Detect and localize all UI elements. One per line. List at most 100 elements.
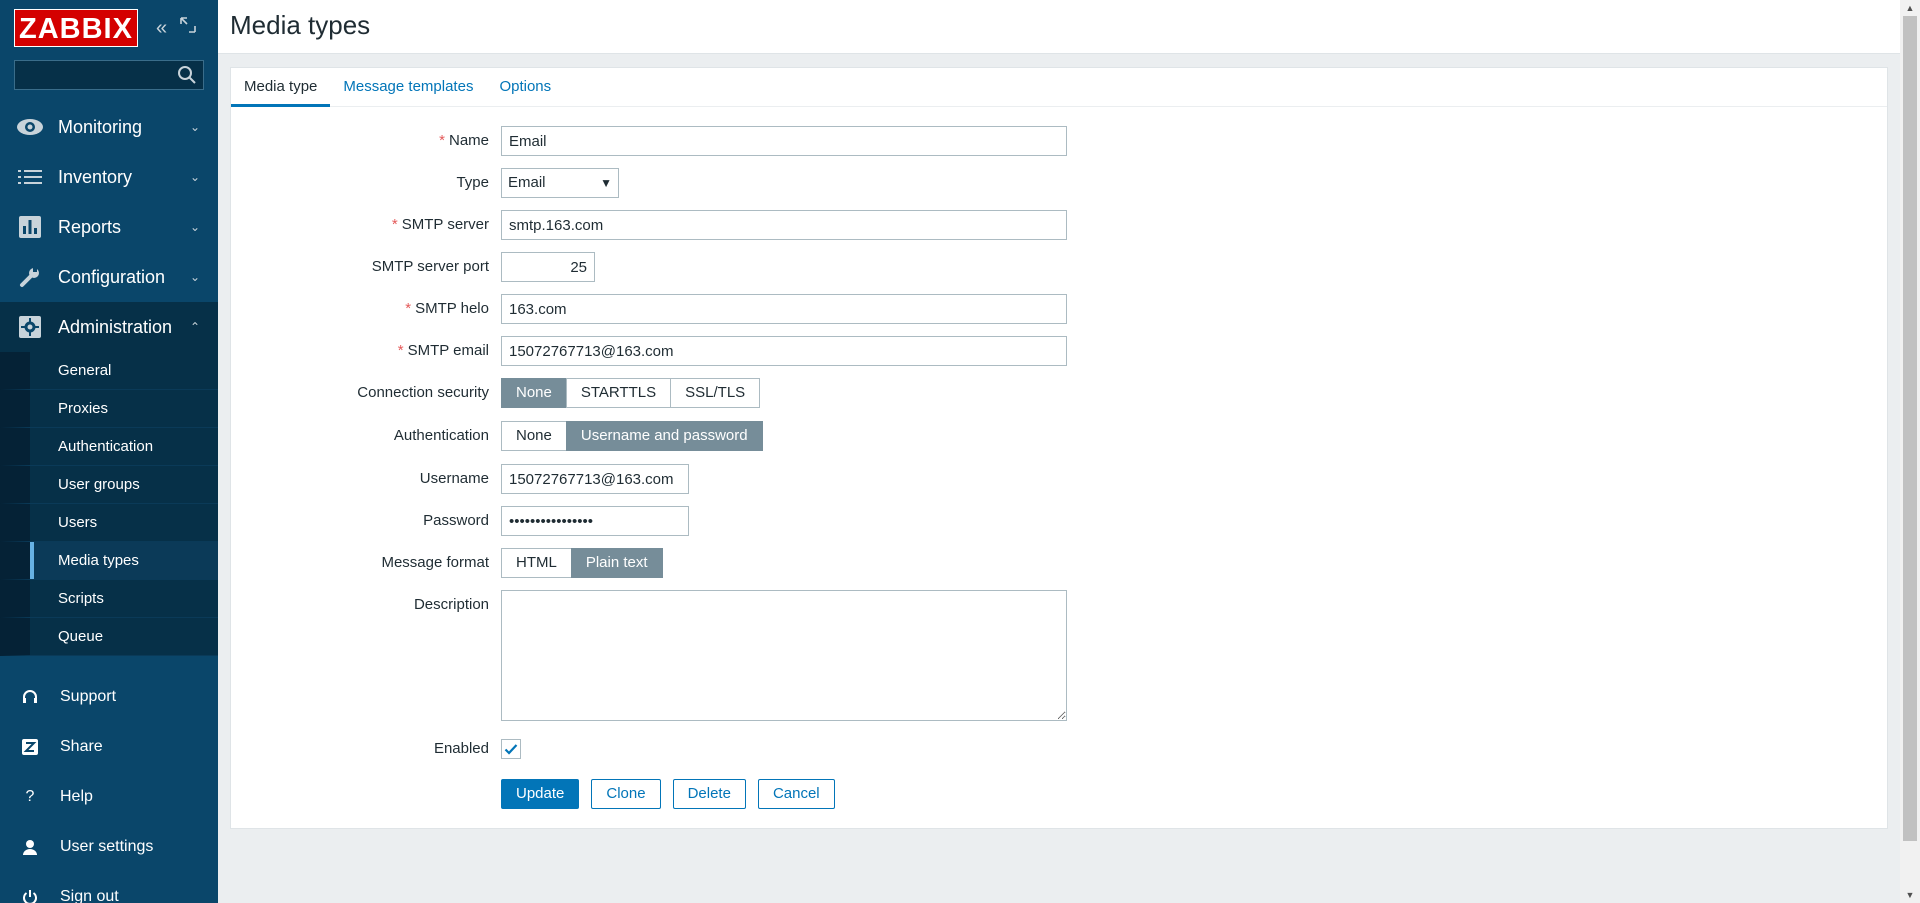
menu-item-user-settings[interactable]: User settings — [0, 822, 218, 872]
name-label: * Name — [239, 126, 489, 156]
menu-item-configuration[interactable]: Configuration ⌄ — [0, 252, 218, 302]
submenu-item-scripts[interactable]: Scripts — [0, 580, 218, 618]
menu-item-share[interactable]: Share — [0, 722, 218, 772]
smtp-port-field[interactable] — [501, 252, 595, 282]
submenu-item-queue[interactable]: Queue — [0, 618, 218, 656]
msg-format-html[interactable]: HTML — [501, 548, 572, 578]
tab-options[interactable]: Options — [486, 68, 564, 107]
tab-bar: Media type Message templates Options — [231, 68, 1887, 107]
description-field[interactable] — [501, 590, 1067, 721]
cancel-button[interactable]: Cancel — [757, 779, 835, 809]
connection-security-row: Connection security None STARTTLS SSL/TL… — [231, 378, 1887, 408]
tab-media-type[interactable]: Media type — [231, 68, 331, 107]
form-buttons: Update Clone Delete Cancel — [501, 779, 847, 809]
submenu-item-media-types[interactable]: Media types — [0, 542, 218, 580]
tab-message-templates[interactable]: Message templates — [330, 68, 486, 107]
smtp-helo-field[interactable] — [501, 294, 1067, 324]
auth-none[interactable]: None — [501, 421, 567, 451]
menu-item-inventory[interactable]: Inventory ⌄ — [0, 152, 218, 202]
message-format-row: Message format HTML Plain text — [231, 548, 1887, 578]
type-select[interactable]: Email ▼ — [501, 168, 619, 198]
chevron-down-icon: ⌄ — [189, 120, 200, 134]
smtp-server-field[interactable] — [501, 210, 1067, 240]
authentication-label: Authentication — [393, 427, 489, 444]
smtp-helo-row: * SMTP helo — [231, 294, 1887, 324]
search-input[interactable] — [15, 61, 203, 89]
submenu-item-authentication[interactable]: Authentication — [0, 428, 218, 466]
submenu-item-users[interactable]: Users — [0, 504, 218, 542]
smtp-email-label: * SMTP email — [239, 336, 489, 366]
collapse-sidebar-icon[interactable]: « — [156, 17, 167, 40]
scrollbar-thumb[interactable] — [1903, 16, 1917, 841]
kiosk-mode-icon[interactable] — [179, 16, 197, 40]
password-field[interactable] — [501, 506, 689, 536]
type-row: Type Email ▼ — [231, 168, 1887, 198]
menu-item-administration[interactable]: Administration ⌃ — [0, 302, 218, 352]
media-type-panel: Media type Message templates Options * Na… — [230, 67, 1888, 829]
name-label-text: Name — [448, 132, 489, 149]
menu-item-monitoring[interactable]: Monitoring ⌄ — [0, 102, 218, 152]
chevron-down-icon: ⌄ — [189, 220, 200, 234]
required-marker: * — [405, 300, 412, 317]
page-scrollbar[interactable]: ▲ ▼ — [1900, 0, 1920, 903]
scroll-down-icon[interactable]: ▼ — [1900, 887, 1920, 903]
form-buttons-row: Update Clone Delete Cancel — [231, 779, 1887, 809]
password-row: Password — [231, 506, 1887, 536]
help-icon: ? — [25, 788, 35, 805]
msg-format-plain-text[interactable]: Plain text — [570, 548, 663, 578]
smtp-helo-label: * SMTP helo — [239, 294, 489, 324]
smtp-helo-label-text: SMTP helo — [415, 300, 489, 317]
list-icon — [16, 163, 44, 191]
menu-label: Inventory — [58, 166, 133, 187]
gear-icon — [16, 313, 44, 341]
submenu-item-user-groups[interactable]: User groups — [0, 466, 218, 504]
user-icon — [20, 837, 40, 857]
smtp-email-field[interactable] — [501, 336, 1067, 366]
type-label: Type — [456, 174, 489, 191]
enabled-label: Enabled — [433, 740, 489, 757]
name-field[interactable] — [501, 126, 1067, 156]
scroll-up-icon[interactable]: ▲ — [1900, 0, 1920, 16]
main-menu: Monitoring ⌄ Inventory ⌄ Reports ⌄ Confi… — [0, 102, 218, 656]
message-format-toggle: HTML Plain text — [501, 548, 663, 578]
wrench-icon — [16, 263, 44, 291]
smtp-port-label: SMTP server port — [371, 258, 489, 275]
password-label: Password — [423, 512, 489, 529]
description-label: Description — [413, 596, 489, 613]
username-label: Username — [419, 470, 489, 487]
update-button[interactable]: Update — [501, 779, 580, 809]
smtp-port-row: SMTP server port — [231, 252, 1887, 282]
menu-label: Configuration — [58, 266, 166, 287]
smtp-server-row: * SMTP server — [231, 210, 1887, 240]
connection-security-label: Connection security — [357, 384, 489, 401]
page-header: Media types — [218, 0, 1900, 54]
chevron-down-icon: ⌄ — [189, 170, 200, 184]
auth-username-password[interactable]: Username and password — [565, 421, 763, 451]
description-row: Description — [231, 590, 1887, 721]
logo-row: ZABBIX « — [0, 0, 218, 56]
zabbix-logo[interactable]: ZABBIX — [14, 9, 138, 47]
smtp-email-label-text: SMTP email — [407, 342, 489, 359]
required-marker: * — [439, 132, 445, 149]
conn-security-starttls[interactable]: STARTTLS — [565, 378, 672, 408]
chevron-down-icon: ⌄ — [189, 270, 200, 284]
authentication-row: Authentication None Username and passwor… — [231, 421, 1887, 451]
clone-button[interactable]: Clone — [591, 779, 661, 809]
submenu-item-proxies[interactable]: Proxies — [0, 390, 218, 428]
search-icon[interactable] — [177, 65, 197, 85]
menu-item-help[interactable]: ? Help — [0, 772, 218, 822]
page-title: Media types — [230, 10, 371, 40]
submenu-item-general[interactable]: General — [0, 352, 218, 390]
menu-label: Support — [60, 688, 117, 705]
username-field[interactable] — [501, 464, 689, 494]
checkmark-icon — [504, 744, 518, 755]
menu-item-reports[interactable]: Reports ⌄ — [0, 202, 218, 252]
delete-button[interactable]: Delete — [672, 779, 746, 809]
menu-label: Sign out — [60, 888, 119, 903]
conn-security-none[interactable]: None — [501, 378, 567, 408]
enabled-checkbox[interactable] — [501, 739, 521, 759]
menu-item-support[interactable]: Support — [0, 672, 218, 722]
smtp-server-label-text: SMTP server — [401, 216, 489, 233]
menu-item-sign-out[interactable]: Sign out — [0, 872, 218, 903]
conn-security-ssl-tls[interactable]: SSL/TLS — [670, 378, 761, 408]
